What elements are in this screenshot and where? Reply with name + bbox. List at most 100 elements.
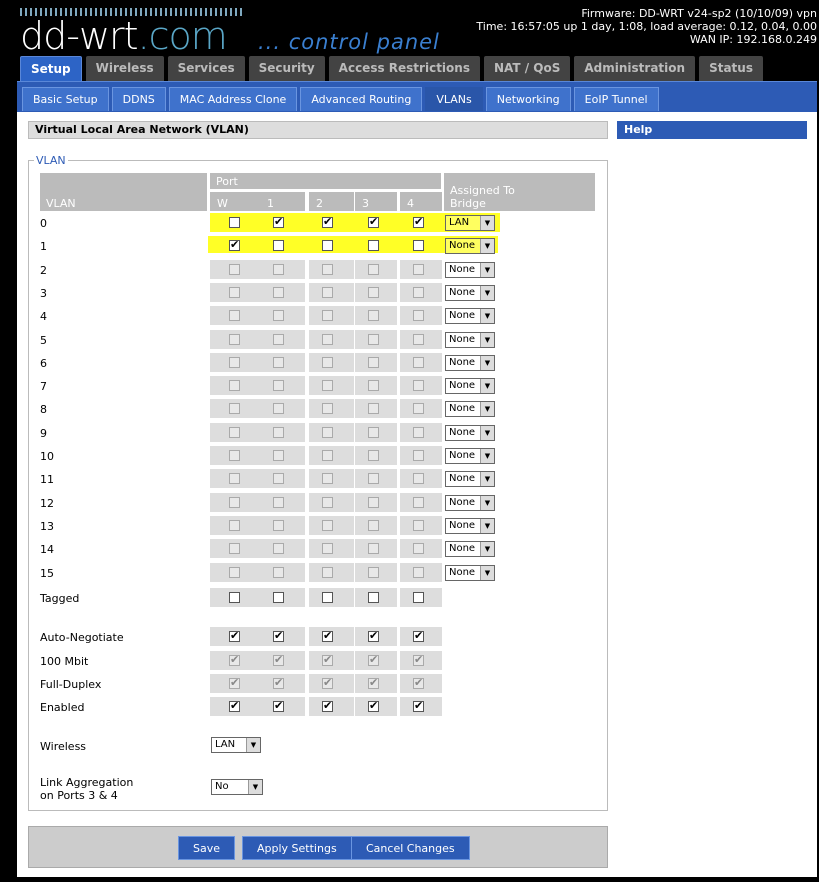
subtab-advanced-routing[interactable]: Advanced Routing [300, 87, 423, 111]
vlan-row-label: 14 [40, 543, 54, 557]
vlan-2-checkbox-2 [322, 263, 333, 275]
cancel-changes-button[interactable]: Cancel Changes [351, 836, 470, 860]
vlan-14-checkbox-w [229, 543, 240, 555]
vlan-6-checkbox-3 [368, 356, 379, 368]
port-label-4: 4 [407, 197, 414, 210]
option-full-duplex-checkbox-3: ✔ [368, 676, 379, 689]
chevron-down-icon: ▼ [480, 495, 494, 510]
option-auto-negotiate-checkbox-2[interactable]: ✔ [322, 629, 333, 642]
tagged-checkbox-3[interactable] [368, 592, 379, 603]
option-enabled-checkbox-w[interactable]: ✔ [229, 699, 240, 712]
tab-access-restrictions[interactable]: Access Restrictions [328, 56, 480, 81]
vlan-0-checkbox-4[interactable]: ✔ [413, 215, 424, 228]
option-auto-negotiate-checkbox-1[interactable]: ✔ [273, 629, 284, 642]
option-enabled-checkbox-1[interactable]: ✔ [273, 699, 284, 712]
vlan-2-bridge-select[interactable]: None ▼ [445, 261, 495, 278]
link-aggregation-select[interactable]: No ▼ [211, 779, 263, 795]
tab-setup[interactable]: Setup [20, 56, 82, 81]
vlan-4-bridge-select[interactable]: None ▼ [445, 308, 495, 325]
tab-services[interactable]: Services [167, 56, 245, 81]
chevron-down-icon: ▼ [480, 472, 494, 487]
tagged-checkbox-w[interactable] [229, 592, 240, 603]
vlan-13-bridge-select[interactable]: None ▼ [445, 517, 495, 534]
bridge-header-label: Bridge [450, 197, 486, 210]
subtab-mac-address-clone[interactable]: MAC Address Clone [168, 87, 298, 111]
option-auto-negotiate-checkbox-4[interactable]: ✔ [413, 629, 424, 642]
vlan-8-checkbox-w [229, 403, 240, 415]
vlan-5-bridge-select[interactable]: None ▼ [445, 331, 495, 348]
vlan-14-bridge-select[interactable]: None ▼ [445, 541, 495, 558]
chevron-down-icon: ▼ [480, 518, 494, 533]
subtab-networking[interactable]: Networking [485, 87, 571, 111]
vlan-0-checkbox-1[interactable]: ✔ [273, 215, 284, 228]
vlan-1-bridge-select[interactable]: None ▼ [445, 238, 495, 255]
vlan-0-checkbox-w[interactable] [229, 217, 240, 228]
vlan-3-checkbox-4 [413, 286, 424, 298]
vlan-row-label: 13 [40, 519, 54, 533]
option-enabled-checkbox-2[interactable]: ✔ [322, 699, 333, 712]
tab-security[interactable]: Security [248, 56, 325, 81]
subtab-ddns[interactable]: DDNS [111, 87, 166, 111]
vlan-0-checkbox-2[interactable]: ✔ [322, 215, 333, 228]
option-auto-negotiate-checkbox-3[interactable]: ✔ [368, 629, 379, 642]
subtab-eoip-tunnel[interactable]: EoIP Tunnel [573, 87, 659, 111]
option-auto-negotiate-checkbox-w[interactable]: ✔ [229, 629, 240, 642]
subtab-basic-setup[interactable]: Basic Setup [22, 87, 109, 111]
vlan-4-checkbox-w [229, 310, 240, 322]
option-100-mbit-checkbox-w: ✔ [229, 653, 240, 666]
vlan-11-checkbox-w [229, 473, 240, 485]
vlan-1-checkbox-2[interactable] [322, 240, 333, 252]
tab-administration[interactable]: Administration [574, 56, 696, 81]
vlan-4-checkbox-1 [273, 310, 284, 322]
vlan-1-checkbox-3[interactable] [368, 240, 379, 252]
option-full-duplex-checkbox-w: ✔ [229, 676, 240, 689]
tab-status[interactable]: Status [699, 56, 763, 81]
port-label-3: 3 [362, 197, 369, 210]
vlan-1-checkbox-w[interactable]: ✔ [229, 238, 240, 252]
vlan-7-checkbox-4 [413, 380, 424, 392]
vlan-5-checkbox-1 [273, 333, 284, 345]
option-full-duplex-checkbox-4: ✔ [413, 676, 424, 689]
save-button[interactable]: Save [178, 836, 236, 860]
tagged-checkbox-2[interactable] [322, 592, 333, 603]
vlan-12-bridge-select[interactable]: None ▼ [445, 494, 495, 511]
vlan-row-label: 3 [40, 286, 47, 300]
vlan-10-checkbox-4 [413, 450, 424, 461]
apply-settings-button[interactable]: Apply Settings [242, 836, 352, 860]
vlan-7-bridge-select[interactable]: None ▼ [445, 378, 495, 395]
vlan-1-checkbox-1[interactable] [273, 240, 284, 252]
tagged-checkbox-4[interactable] [413, 592, 424, 603]
vlan-3-checkbox-3 [368, 286, 379, 298]
vlan-5-checkbox-w [229, 333, 240, 345]
option-full-duplex-checkbox-1: ✔ [273, 676, 284, 689]
vlan-3-checkbox-2 [322, 286, 333, 298]
vlan-15-bridge-select[interactable]: None ▼ [445, 564, 495, 581]
vlan-0-checkbox-3[interactable]: ✔ [368, 215, 379, 228]
vlan-12-checkbox-1 [273, 496, 284, 508]
option-enabled-checkbox-4[interactable]: ✔ [413, 699, 424, 712]
tagged-checkbox-1[interactable] [273, 592, 284, 603]
vlan-2-checkbox-w [229, 263, 240, 275]
vlan-row-label: 2 [40, 263, 47, 277]
vlan-8-bridge-select[interactable]: None ▼ [445, 401, 495, 418]
vlan-1-checkbox-4[interactable] [413, 240, 424, 252]
tab-wireless[interactable]: Wireless [85, 56, 164, 81]
main-tabs: Setup Wireless Services Security Access Rest… [20, 56, 763, 81]
wireless-select[interactable]: LAN ▼ [211, 737, 261, 753]
vlan-3-bridge-select[interactable]: None ▼ [445, 284, 495, 301]
vlan-9-bridge-select[interactable]: None ▼ [445, 424, 495, 441]
tab-nat-qos[interactable]: NAT / QoS [483, 56, 571, 81]
tagged-label: Tagged [40, 592, 80, 605]
vlan-6-bridge-select[interactable]: None ▼ [445, 354, 495, 371]
vlan-0-bridge-select[interactable]: LAN ▼ [445, 215, 495, 231]
vlan-4-checkbox-3 [368, 310, 379, 322]
vlan-2-checkbox-1 [273, 263, 284, 275]
vlan-7-checkbox-3 [368, 380, 379, 392]
subtab-vlans[interactable]: VLANs [425, 87, 483, 111]
option-enabled-checkbox-3[interactable]: ✔ [368, 699, 379, 712]
chevron-down-icon: ▼ [248, 780, 262, 794]
vlan-13-checkbox-1 [273, 519, 284, 531]
vlan-11-bridge-select[interactable]: None ▼ [445, 471, 495, 488]
sub-tabs: Basic Setup DDNS MAC Address Clone Advanced… [22, 87, 659, 111]
vlan-10-bridge-select[interactable]: None ▼ [445, 448, 495, 464]
